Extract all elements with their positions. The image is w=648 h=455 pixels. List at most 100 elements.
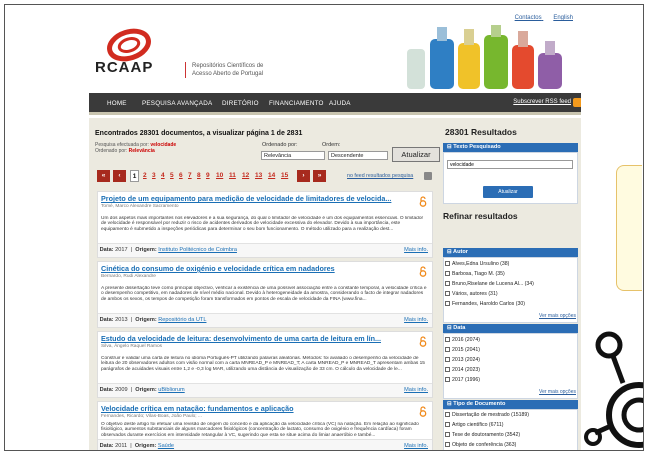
checkbox[interactable] xyxy=(445,442,450,447)
facet-doctype-header[interactable]: ⊟ Tipo de Documento xyxy=(443,400,578,409)
open-access-icon xyxy=(419,266,427,277)
pager-page-8[interactable]: 8 xyxy=(197,170,201,182)
result-origin[interactable]: Repositório da UTL xyxy=(158,317,206,323)
result-origin[interactable]: Saúde xyxy=(158,443,174,449)
order-dir-select[interactable]: Descendente xyxy=(328,151,388,160)
result-authors[interactable]: Fernandes, Ricardo; Vilas-Boas, João Pau… xyxy=(101,414,202,419)
update-button[interactable]: Atualizar xyxy=(392,147,440,162)
checkbox[interactable] xyxy=(445,301,450,306)
date-label: Data: xyxy=(99,247,114,253)
result-origin[interactable]: uBibliorum xyxy=(158,387,184,393)
sidebar-update-button[interactable]: Atualizar xyxy=(483,186,533,198)
more-info-link[interactable]: Mais info. xyxy=(404,244,428,257)
contact-link[interactable]: Contactos xyxy=(515,15,542,21)
sort-by-select[interactable]: Relevância xyxy=(261,151,325,160)
result-authors[interactable]: Tomé, Marco Alexandre Sacramento xyxy=(101,204,179,209)
pager-page-5[interactable]: 5 xyxy=(170,170,174,182)
checkbox[interactable] xyxy=(445,422,450,427)
result-title[interactable]: Velocidade crítica em natação: fundament… xyxy=(101,404,401,413)
brand-name: RCAAP xyxy=(95,59,154,76)
pager-page-15[interactable]: 15 xyxy=(281,170,288,182)
checkbox[interactable] xyxy=(445,357,450,362)
nav-advanced-search[interactable]: Pesquisa Avançada xyxy=(142,100,212,107)
facet-option[interactable]: Objeto de conferência (363) xyxy=(445,442,516,448)
pager-last[interactable]: » xyxy=(313,170,326,182)
pager-page-10[interactable]: 10 xyxy=(216,170,223,182)
pager-first[interactable]: « xyxy=(97,170,110,182)
facet-author-header[interactable]: ⊟ Autor xyxy=(443,248,578,257)
result-title[interactable]: Cinética do consumo de oxigénio e veloci… xyxy=(101,264,401,273)
more-info-link[interactable]: Mais info. xyxy=(404,314,428,327)
result-authors[interactable]: Silva, Ângelo Raquel Ramos xyxy=(101,344,162,349)
result-authors[interactable]: Bernardo, Rudi Alexandre xyxy=(101,274,156,279)
pager-page-4[interactable]: 4 xyxy=(161,170,165,182)
checkbox[interactable] xyxy=(445,291,450,296)
facet-option[interactable]: Barbosa, Tiago M. (35) xyxy=(445,271,505,277)
checkbox[interactable] xyxy=(445,281,450,286)
pager-next[interactable]: › xyxy=(297,170,310,182)
pager-page-9[interactable]: 9 xyxy=(206,170,210,182)
facet-option[interactable]: Tese de doutoramento (3542) xyxy=(445,432,520,438)
nav-funding[interactable]: Financiamento xyxy=(269,100,324,107)
result-title[interactable]: Estudo da velocidade de leitura: desenvo… xyxy=(101,334,401,343)
checkbox[interactable] xyxy=(445,377,450,382)
facet-option[interactable]: 2016 (2074) xyxy=(445,337,480,343)
facet-option[interactable]: 2015 (2041) xyxy=(445,347,480,353)
facet-option[interactable]: Bruno,Riselane de Lucena Al... (34) xyxy=(445,281,534,287)
pager-prev[interactable]: ‹ xyxy=(113,170,126,182)
language-link[interactable]: English xyxy=(553,15,573,21)
order-info: Ordenado por: Relevância xyxy=(95,148,155,154)
results-count: 28301 Resultados xyxy=(445,127,517,137)
checkbox[interactable] xyxy=(445,412,450,417)
pager-page-12[interactable]: 12 xyxy=(242,170,249,182)
date-more-link[interactable]: Ver mais opções xyxy=(539,389,576,395)
origin-label: Origem: xyxy=(135,387,157,393)
facet-option[interactable]: 2014 (2023) xyxy=(445,367,480,373)
facet-option-label: Objeto de conferência (363) xyxy=(452,442,517,448)
pager-page-7[interactable]: 7 xyxy=(188,170,192,182)
results-summary: Encontrados 28301 documentos, a visualiz… xyxy=(95,130,303,137)
search-feed-link[interactable]: no feed resultados pesquisa xyxy=(347,173,413,179)
facet-option[interactable]: Artigo científico (6711) xyxy=(445,422,504,428)
more-info-link[interactable]: Mais info. xyxy=(404,384,428,397)
pager-page-14[interactable]: 14 xyxy=(268,170,275,182)
facet-date-header[interactable]: ⊟ Data xyxy=(443,324,578,333)
nav-home[interactable]: Home xyxy=(107,100,127,107)
feed-icon[interactable] xyxy=(424,172,432,180)
facet-option-label: Artigo científico (6711) xyxy=(452,422,504,428)
facet-option[interactable]: Fernandes, Haroldo Carlos (30) xyxy=(445,301,525,307)
facet-option[interactable]: 2013 (2024) xyxy=(445,357,480,363)
pager-page-13[interactable]: 13 xyxy=(255,170,262,182)
checkbox[interactable] xyxy=(445,271,450,276)
facet-doctype-title: Tipo de Documento xyxy=(453,401,506,407)
facet-option[interactable]: Dissertação de mestrado (15189) xyxy=(445,412,529,418)
facet-option-label: Alves,Edna Ursulino (38) xyxy=(452,261,510,267)
checkbox[interactable] xyxy=(445,337,450,342)
search-input[interactable]: velocidade xyxy=(447,160,573,169)
more-info-link[interactable]: Mais info. xyxy=(404,440,428,450)
facet-option-label: Bruno,Riselane de Lucena Al... (34) xyxy=(452,281,534,287)
checkbox[interactable] xyxy=(445,261,450,266)
checkbox[interactable] xyxy=(445,432,450,437)
search-text-header[interactable]: ⊟ Texto Pesquisado xyxy=(443,143,578,152)
nav-directory[interactable]: Diretório xyxy=(222,100,259,107)
refine-title: Refinar resultados xyxy=(443,211,518,221)
result-date: 2009 xyxy=(115,387,128,393)
checkbox[interactable] xyxy=(445,367,450,372)
checkbox[interactable] xyxy=(445,347,450,352)
author-more-link[interactable]: Ver mais opções xyxy=(539,313,576,319)
result-footer: Data: 2009 | Origem: uBibliorum Mais info… xyxy=(98,383,432,397)
pager-page-1[interactable]: 1 xyxy=(130,170,139,182)
facet-option[interactable]: Vários, autores (31) xyxy=(445,291,498,297)
pager-page-2[interactable]: 2 xyxy=(143,170,147,182)
pager-page-6[interactable]: 6 xyxy=(179,170,183,182)
facet-option[interactable]: 2017 (1996) xyxy=(445,377,480,383)
pager-page-3[interactable]: 3 xyxy=(152,170,156,182)
facet-option[interactable]: Alves,Edna Ursulino (38) xyxy=(445,261,509,267)
result-origin[interactable]: Instituto Politécnico de Coimbra xyxy=(158,247,237,253)
nav-help[interactable]: Ajuda xyxy=(329,100,351,107)
rss-subscribe-link[interactable]: Subscrever RSS feed xyxy=(513,98,581,107)
pager-page-11[interactable]: 11 xyxy=(229,170,236,182)
result-title[interactable]: Projeto de um equipamento para medição d… xyxy=(101,194,401,203)
facet-date-title: Data xyxy=(453,325,466,331)
